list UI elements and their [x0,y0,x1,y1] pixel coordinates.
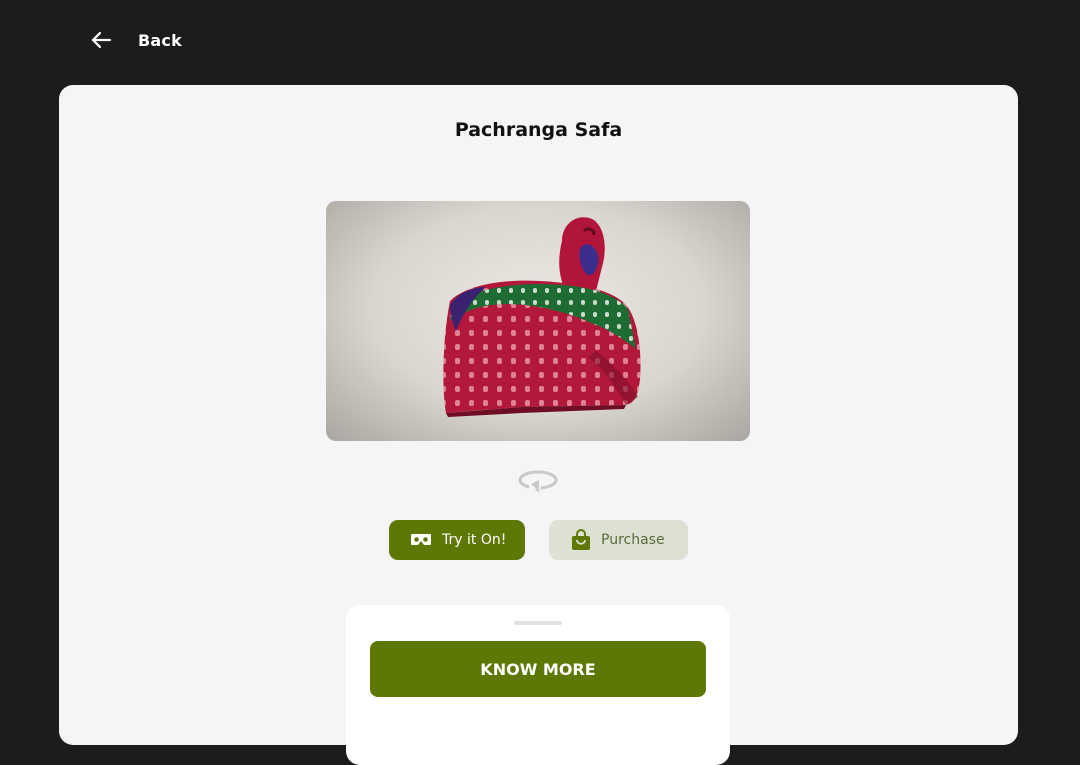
product-card: Pachranga Safa Try it On! Purchase KNOW … [59,85,1018,765]
know-more-button[interactable]: KNOW MORE [370,641,706,697]
top-bar: Back [0,0,1080,85]
try-it-on-label: Try it On! [442,532,507,548]
bottom-sheet: KNOW MORE [346,605,730,765]
rotate-360-icon[interactable] [517,467,559,501]
vr-headset-icon [410,532,432,548]
action-buttons: Try it On! Purchase [389,520,688,560]
try-it-on-button[interactable]: Try it On! [389,520,525,560]
back-label: Back [138,30,182,50]
turban-image [443,217,641,417]
back-button[interactable]: Back [90,26,182,54]
sheet-drag-handle[interactable] [514,621,562,625]
product-3d-viewer[interactable] [326,201,750,441]
purchase-button[interactable]: Purchase [549,520,688,560]
shopping-bag-icon [571,529,591,551]
arrow-left-icon [90,26,112,54]
product-title: Pachranga Safa [454,119,623,141]
purchase-label: Purchase [601,532,665,548]
